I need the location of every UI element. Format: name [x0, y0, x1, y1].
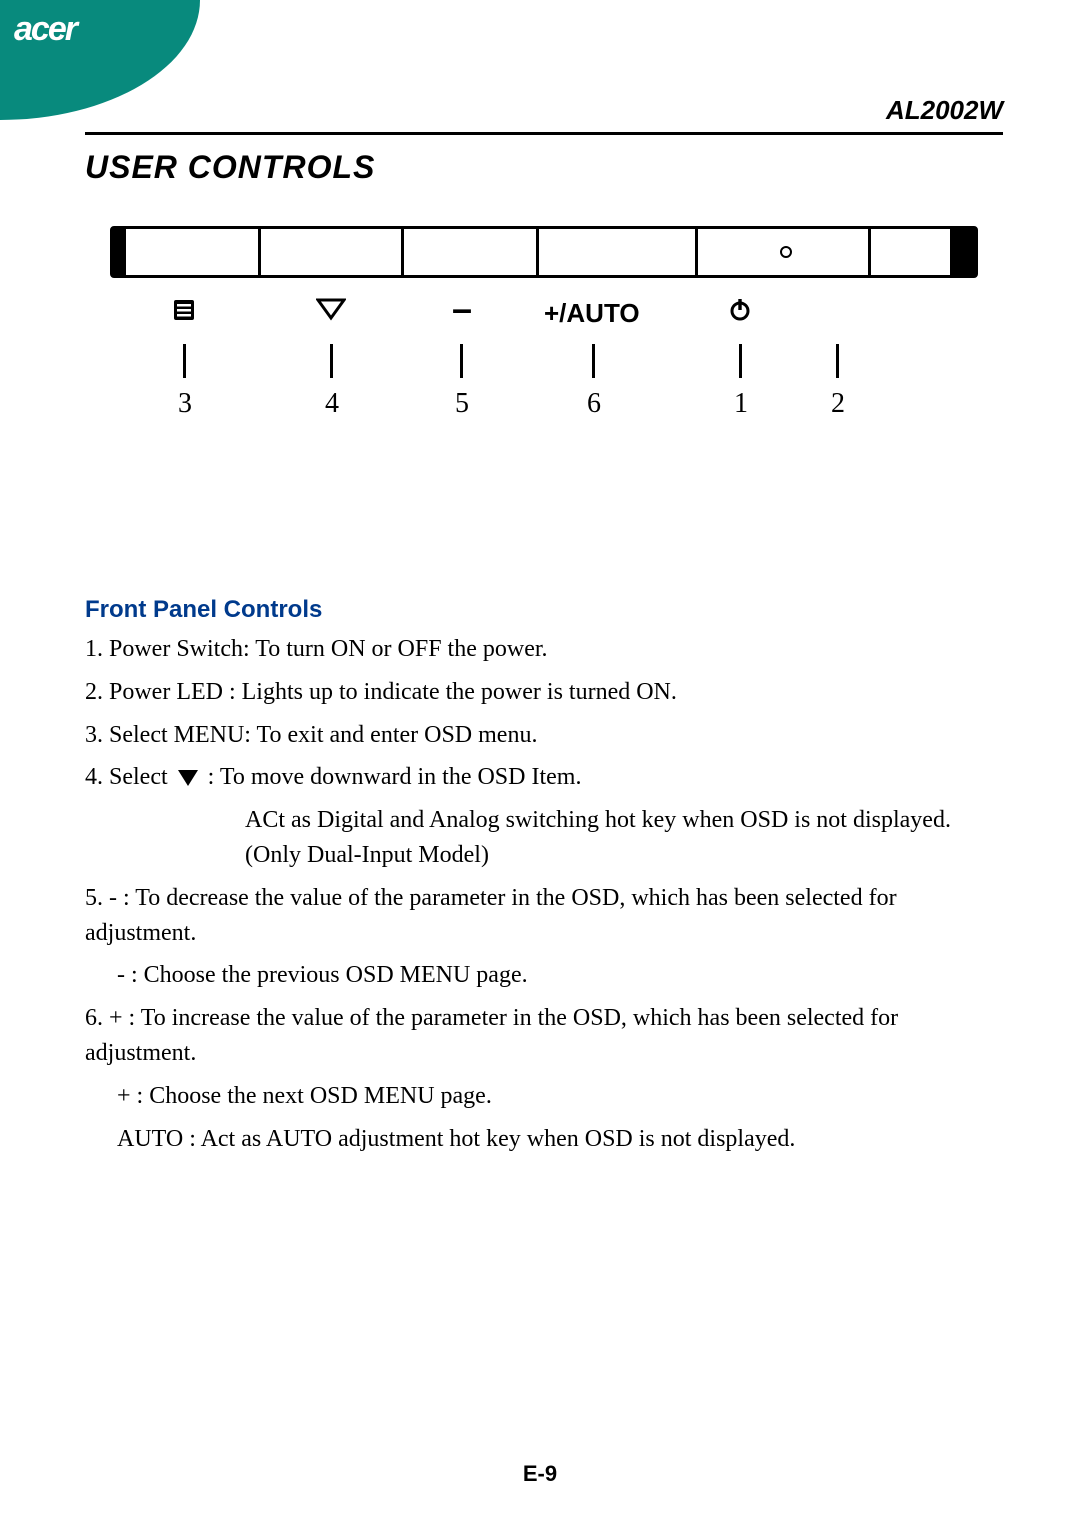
item-4-line-2: ACt as Digital and Analog switching hot … — [85, 803, 1003, 873]
page-number: E-9 — [0, 1461, 1080, 1487]
plus-auto-button-label: +/AUTO — [544, 298, 640, 329]
power-led-icon — [780, 246, 792, 258]
callout-5: 5 — [455, 388, 469, 420]
item-4-suffix: : To move downward in the OSD Item. — [202, 764, 582, 790]
power-icon — [728, 298, 752, 329]
menu-icon — [172, 298, 196, 329]
item-4-line-1: 4. Select : To move downward in the OSD … — [85, 760, 1003, 795]
callout-1: 1 — [734, 388, 748, 420]
title-rule — [85, 132, 1003, 135]
monitor-bezel — [110, 226, 978, 278]
item-5-line-2: - : Choose the previous OSD MENU page. — [85, 958, 1003, 993]
subheading: Front Panel Controls — [85, 596, 1003, 624]
down-triangle-inline-icon — [178, 770, 198, 786]
minus-button-label: – — [452, 298, 472, 320]
callout-6: 6 — [587, 388, 601, 420]
callout-2: 2 — [831, 388, 845, 420]
item-6-line-1: 6. + : To increase the value of the para… — [85, 1001, 1003, 1071]
brand-logo-text: acer — [14, 10, 80, 48]
callout-3: 3 — [178, 388, 192, 420]
item-1: 1. Power Switch: To turn ON or OFF the p… — [85, 632, 1003, 667]
model-label: AL2002W — [85, 95, 1003, 126]
down-triangle-icon — [316, 298, 346, 329]
item-6-line-3: AUTO : Act as AUTO adjustment hot key wh… — [85, 1122, 1003, 1157]
front-panel-diagram: – +/AUTO 3 4 5 6 1 2 — [110, 226, 978, 526]
item-3: 3. Select MENU: To exit and enter OSD me… — [85, 718, 1003, 753]
item-5-line-1: 5. - : To decrease the value of the para… — [85, 881, 1003, 951]
page-title: USER CONTROLS — [85, 149, 1003, 186]
item-4-prefix: 4. Select — [85, 764, 174, 790]
item-6-line-2: + : Choose the next OSD MENU page. — [85, 1079, 1003, 1114]
callout-4: 4 — [325, 388, 339, 420]
item-2: 2. Power LED : Lights up to indicate the… — [85, 675, 1003, 710]
